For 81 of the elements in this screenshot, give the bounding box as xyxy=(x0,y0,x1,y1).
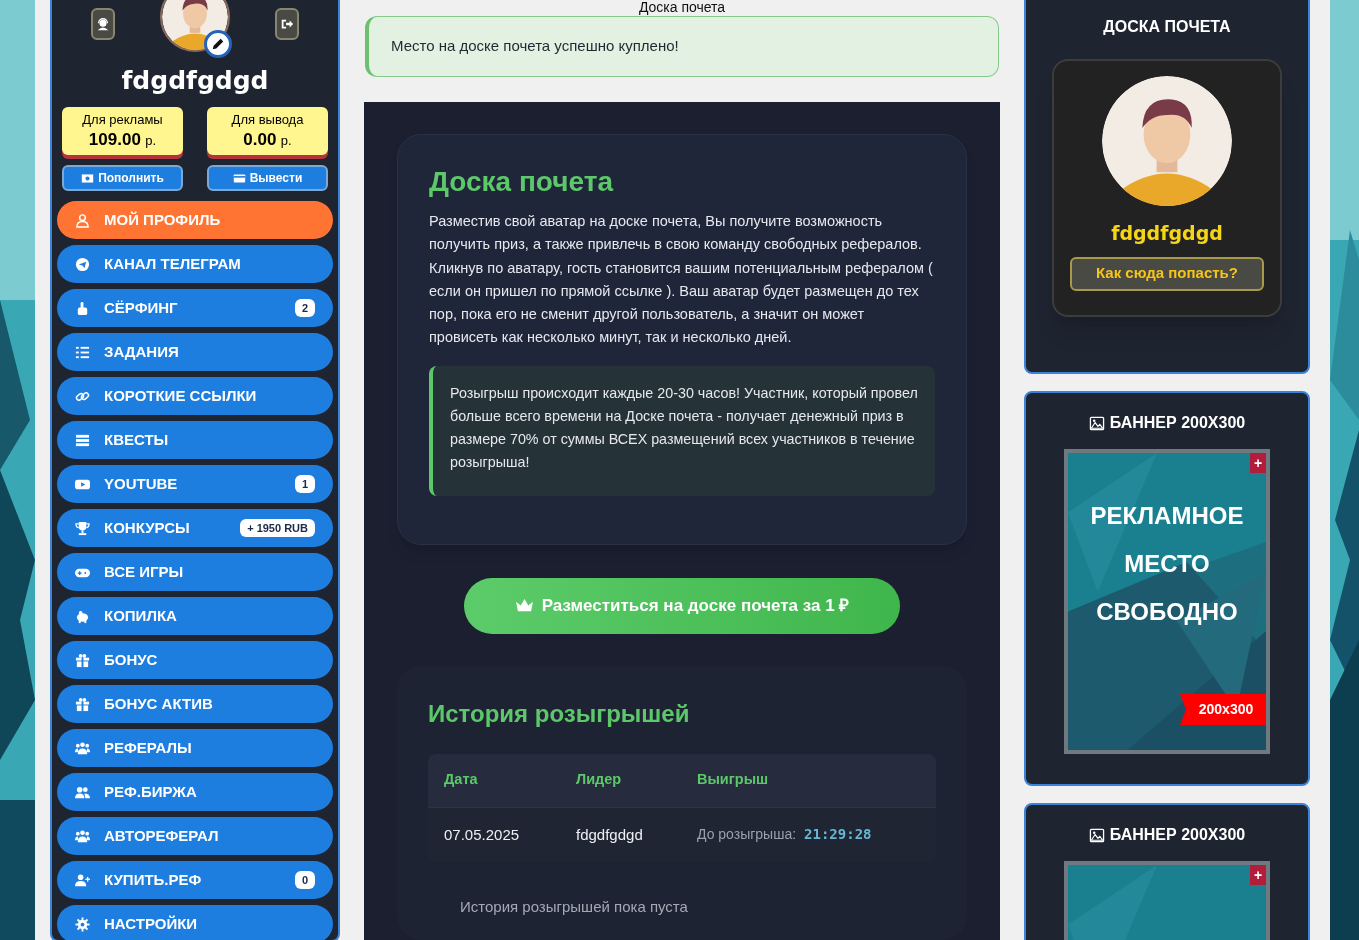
card-title: БАННЕР 200X300 xyxy=(1109,415,1246,431)
hand-icon xyxy=(75,300,90,316)
balance-amount: 0.00 р. xyxy=(243,128,292,150)
table-cell-text: 07.05.2025 xyxy=(443,824,521,845)
user-plus-icon xyxy=(75,872,90,888)
page-title: Доска почета xyxy=(637,0,727,14)
banner-text: РЕКЛАМНОЕ xyxy=(1090,501,1244,530)
menu-item[interactable]: БОНУС АКТИВ xyxy=(57,685,333,723)
users-icon xyxy=(75,740,90,756)
stack-icon xyxy=(75,432,90,448)
action-button[interactable]: Вывести xyxy=(207,165,328,191)
note-text: Розыгрыш происходит каждые 20-30 часов! Участник, который провел больше всего времени на Доске почета - получает денежный приз в размере 70% от суммы ВСЕХ размещений всех участников в течение розыгрыша! xyxy=(429,365,935,496)
balance-label: Для рекламы xyxy=(82,112,163,129)
place-on-board-button[interactable]: Разместиться на доске почета за 1 ₽ xyxy=(464,577,900,634)
ad-banner[interactable]: + xyxy=(1064,861,1270,940)
add-mark[interactable]: + xyxy=(1250,865,1266,885)
menu-item[interactable]: АВТОРЕФЕРАЛ xyxy=(57,817,333,855)
size-ribbon: 200x300 xyxy=(1180,694,1266,725)
paper-plane-icon xyxy=(75,256,90,272)
column-header: Дата xyxy=(443,770,479,790)
support-button[interactable] xyxy=(91,8,115,40)
table-cell-text: fdgdfgdgd xyxy=(575,824,644,845)
menu-item[interactable]: НАСТРОЙКИ xyxy=(57,905,333,940)
count-badge: 2 xyxy=(294,298,315,318)
section-title: История розыгрышей xyxy=(428,701,691,726)
banner-text: СВОБОДНО xyxy=(1096,597,1238,626)
trophy-icon xyxy=(75,520,90,536)
gift-icon xyxy=(75,652,90,668)
add-mark[interactable]: + xyxy=(1250,453,1266,473)
action-button[interactable]: Пополнить xyxy=(62,165,183,191)
description-text: Разместив свой аватар на доске почета, Вы получите возможность получить приз, а также привлечь в свою команду свободных рефералов. Кликнув по аватару, гость становится вашим потенциальным рефералом ( если он пришел по прямой ссылке ). Ваш аватар будет размещен до тех пор, пока его не сменит другой пользователь, а значит он может провисеть как несколько минут, так и несколько дней. xyxy=(429,212,934,348)
username: fdgdfgdgd xyxy=(120,68,270,93)
menu-item[interactable]: КОПИЛКА xyxy=(57,597,333,635)
menu-item[interactable]: ЗАДАНИЯ xyxy=(57,333,333,371)
menu-item[interactable]: РЕФЕРАЛЫ xyxy=(57,729,333,767)
column-header: Выигрыш xyxy=(696,770,770,790)
image-icon xyxy=(1088,415,1105,431)
card-title: ДОСКА ПОЧЕТА xyxy=(1103,19,1231,35)
user-icon xyxy=(75,212,90,228)
users-icon xyxy=(75,784,90,800)
table-cell-text: До розыгрыша: xyxy=(697,825,797,845)
gift-icon xyxy=(75,696,90,712)
menu-item[interactable]: YOUTUBE 1 xyxy=(57,465,333,503)
checklist-icon xyxy=(75,344,90,360)
balance-amount: 109.00 р. xyxy=(88,128,157,150)
crown-icon xyxy=(514,598,534,614)
menu-item[interactable]: МОЙ ПРОФИЛЬ xyxy=(57,201,333,239)
menu-item[interactable]: БОНУС xyxy=(57,641,333,679)
menu-item[interactable]: КАНАЛ ТЕЛЕГРАМ xyxy=(57,245,333,283)
banner-text: МЕСТО xyxy=(1124,549,1210,578)
headset-icon xyxy=(96,17,110,31)
empty-message: История розыгрышей пока пуста xyxy=(459,896,689,917)
how-to-get-here-button[interactable]: Как сюда попасть? xyxy=(1070,256,1264,291)
leader-name: fdgdfgdgd xyxy=(1111,221,1223,246)
count-badge: 1 xyxy=(294,474,315,494)
card-title: БАННЕР 200X300 xyxy=(1109,827,1246,843)
count-badge: + 1950 RUB xyxy=(240,518,315,538)
edit-avatar-button[interactable] xyxy=(204,30,232,58)
menu-item[interactable]: РЕФ.БИРЖА xyxy=(57,773,333,811)
card-icon xyxy=(232,171,246,185)
menu-item[interactable]: СЁРФИНГ 2 xyxy=(57,289,333,327)
count-badge: 0 xyxy=(294,870,315,890)
logout-icon xyxy=(280,17,294,31)
balance-label: Для вывода xyxy=(231,112,304,129)
menu-item[interactable]: ВСЕ ИГРЫ xyxy=(57,553,333,591)
countdown-timer: 21:29:28 xyxy=(804,825,872,845)
success-alert: Место на доске почета успешно куплено! xyxy=(365,16,999,77)
piggy-bank-icon xyxy=(75,608,90,624)
menu-item[interactable]: КОРОТКИЕ ССЫЛКИ xyxy=(57,377,333,415)
column-header: Лидер xyxy=(575,770,623,790)
ad-banner[interactable]: + РЕКЛАМНОЕ МЕСТО СВОБОДНО 200x300 xyxy=(1064,449,1270,754)
settings-icon xyxy=(75,916,90,932)
section-title: Доска почета xyxy=(429,168,615,196)
pencil-icon xyxy=(211,37,225,51)
logout-button[interactable] xyxy=(275,8,299,40)
menu-item[interactable]: КОНКУРСЫ + 1950 RUB xyxy=(57,509,333,547)
menu-item[interactable]: КВЕСТЫ xyxy=(57,421,333,459)
users-icon xyxy=(75,828,90,844)
menu-item[interactable]: КУПИТЬ.РЕФ 0 xyxy=(57,861,333,899)
image-icon xyxy=(1088,827,1105,843)
cash-icon xyxy=(81,171,95,185)
